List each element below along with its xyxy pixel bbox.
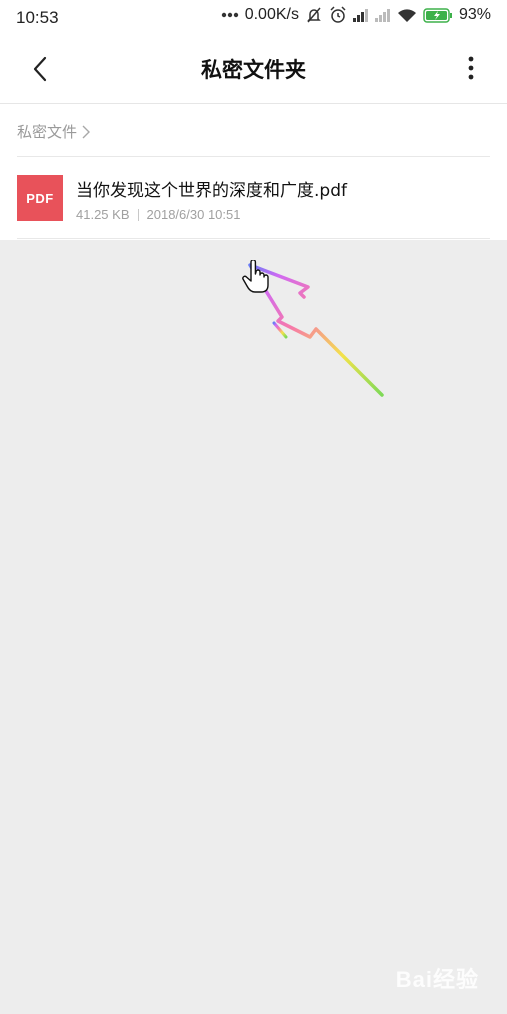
- network-speed: 0.00K/s: [244, 6, 299, 23]
- file-name: 当你发现这个世界的深度和广度.pdf: [76, 181, 347, 201]
- more-dots-icon: [221, 12, 239, 18]
- signal-2-icon: [374, 8, 391, 22]
- file-list-panel: 私密文件 PDF 当你发现这个世界的深度和广度.pdf 41.25 KB 201…: [0, 104, 507, 240]
- nav-bar: 私密文件夹: [0, 34, 507, 104]
- file-date: 2018/6/30 10:51: [146, 207, 241, 222]
- signal-icon: [352, 8, 369, 22]
- file-item[interactable]: PDF 当你发现这个世界的深度和广度.pdf 41.25 KB 2018/6/3…: [0, 157, 507, 239]
- mute-bell-icon: [305, 6, 323, 24]
- battery-icon: [423, 7, 453, 23]
- wifi-icon: [397, 8, 417, 23]
- watermark: Bai经验: [395, 967, 479, 992]
- status-icons: 0.00K/s 93%: [221, 6, 491, 24]
- file-meta: 41.25 KB 2018/6/30 10:51: [76, 207, 240, 222]
- status-time: 10:53: [16, 8, 59, 27]
- pdf-file-icon: PDF: [17, 175, 63, 221]
- more-vertical-icon: [468, 56, 474, 80]
- hand-cursor-icon: [242, 260, 269, 293]
- file-size: 41.25 KB: [76, 207, 130, 222]
- breadcrumb-label: 私密文件: [17, 123, 78, 141]
- battery-level: 93%: [458, 6, 491, 23]
- chevron-right-icon: [82, 125, 91, 138]
- breadcrumb[interactable]: 私密文件: [17, 121, 91, 142]
- more-options-button[interactable]: [465, 54, 477, 84]
- alarm-icon: [329, 6, 347, 24]
- divider: [17, 238, 490, 239]
- status-bar: 10:53 0.00K/s 93%: [0, 0, 507, 34]
- page-title: 私密文件夹: [201, 58, 306, 82]
- meta-separator: [137, 208, 139, 221]
